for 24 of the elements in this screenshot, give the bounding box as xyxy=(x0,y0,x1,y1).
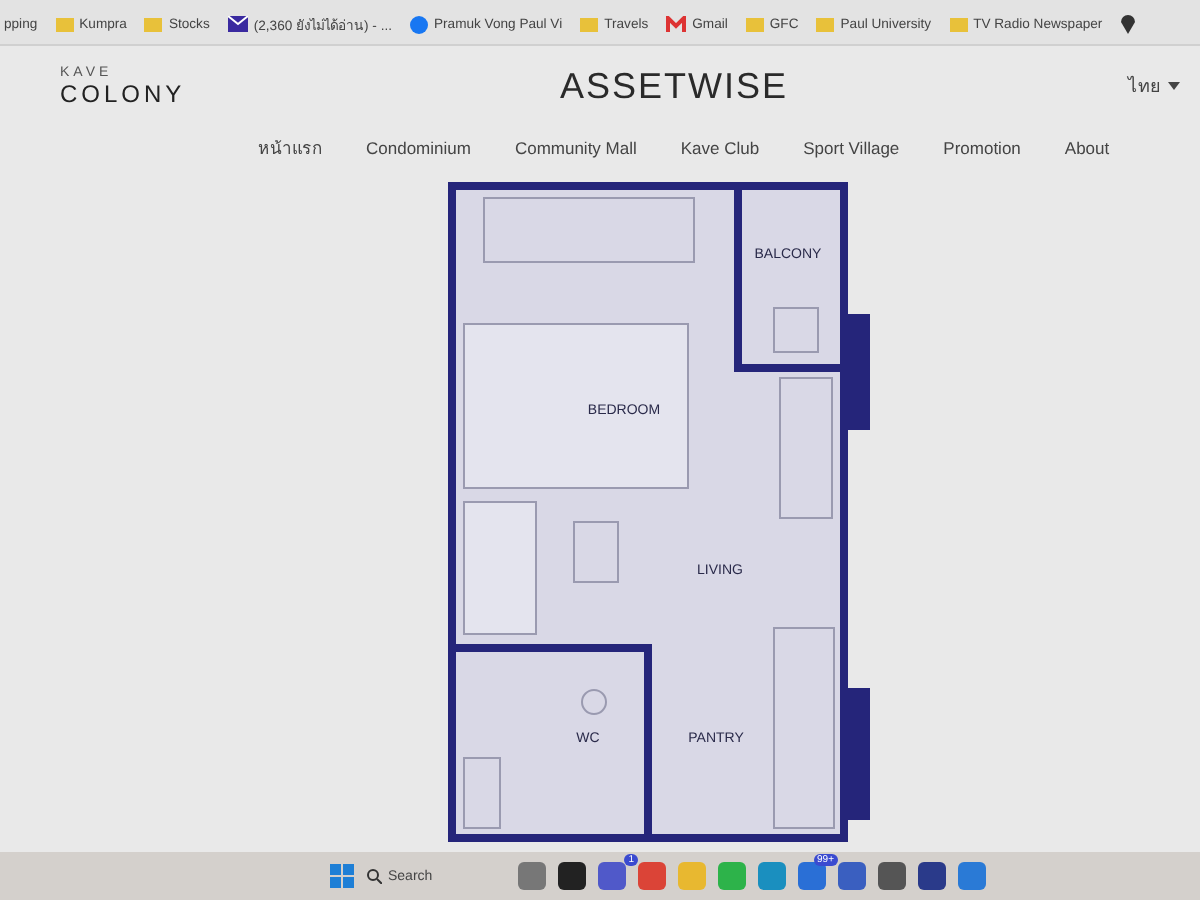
folder-icon xyxy=(816,16,835,32)
app-icon[interactable] xyxy=(558,862,586,890)
search-icon xyxy=(366,868,382,884)
nav-link[interactable]: About xyxy=(1042,138,1132,158)
app-icon[interactable] xyxy=(918,862,946,890)
folder-icon xyxy=(580,16,599,32)
mail-icon xyxy=(227,16,248,32)
folder-icon xyxy=(55,16,74,32)
language-selector[interactable]: ไทย xyxy=(1128,72,1160,100)
nav-link[interactable]: Sport Village xyxy=(781,138,922,158)
nav-link[interactable]: Condominium xyxy=(344,138,493,158)
windows-start-icon[interactable] xyxy=(330,864,354,888)
nav-link[interactable]: Kave Club xyxy=(658,138,782,158)
brand-logo: ASSETWISE xyxy=(560,65,791,107)
folder-icon xyxy=(949,16,968,32)
app-icon[interactable] xyxy=(878,862,906,890)
map-pin-icon[interactable] xyxy=(1120,14,1137,34)
logo-text: COLONY xyxy=(60,79,188,107)
nav-link[interactable]: หน้าแรก xyxy=(236,134,344,162)
caret-icon[interactable] xyxy=(1168,82,1180,90)
nav-link[interactable]: Promotion xyxy=(921,138,1043,158)
nav-link[interactable]: Community Mall xyxy=(492,138,659,158)
folder-icon xyxy=(144,16,163,32)
folder-icon xyxy=(745,16,764,32)
